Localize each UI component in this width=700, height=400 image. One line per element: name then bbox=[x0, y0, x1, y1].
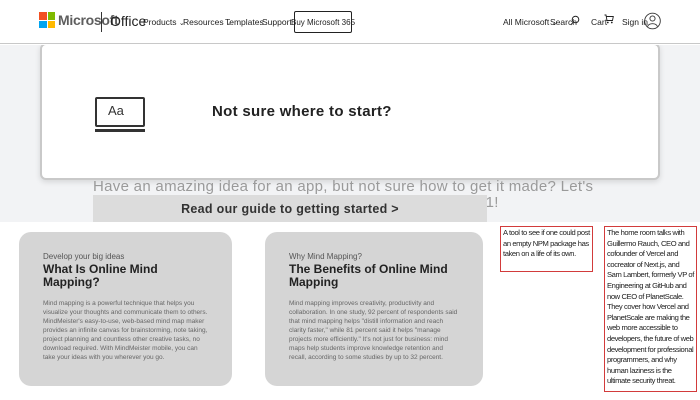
card-title: What Is Online Mind Mapping? bbox=[43, 262, 158, 289]
dictionary-icon: Aa bbox=[95, 97, 145, 132]
search-icon[interactable] bbox=[570, 15, 580, 26]
brand-divider bbox=[101, 12, 102, 32]
card-eyebrow: Why Mind Mapping? bbox=[289, 252, 362, 261]
cart-icon[interactable] bbox=[604, 14, 614, 24]
site-header: Microsoft Office Products ⌄ Resources ⌄ … bbox=[0, 0, 700, 44]
info-card-what-is: Develop your big ideas What Is Online Mi… bbox=[19, 232, 232, 386]
microsoft-logo-icon[interactable] bbox=[39, 12, 55, 28]
card-eyebrow: Develop your big ideas bbox=[43, 252, 125, 261]
card-title: The Benefits of Online Mind Mapping bbox=[289, 262, 448, 289]
buy-microsoft-365-button[interactable]: Buy Microsoft 365 bbox=[291, 11, 355, 33]
nav-support[interactable]: Support bbox=[262, 17, 292, 27]
product-name[interactable]: Office bbox=[110, 13, 146, 29]
user-avatar-icon[interactable] bbox=[644, 10, 661, 32]
guide-card: Aa Not sure where to start? bbox=[40, 45, 660, 180]
info-card-benefits: Why Mind Mapping? The Benefits of Online… bbox=[265, 232, 483, 386]
nav-products-label: Products bbox=[143, 17, 177, 27]
note-box-npm: A tool to see if one could post an empty… bbox=[500, 226, 593, 272]
nav-products[interactable]: Products ⌄ bbox=[143, 17, 185, 27]
all-microsoft-label: All Microsoft bbox=[503, 17, 550, 27]
read-guide-button[interactable]: Read our guide to getting started > bbox=[93, 195, 487, 222]
nav-resources-label: Resources bbox=[183, 17, 224, 27]
guide-title: Not sure where to start? bbox=[212, 103, 392, 120]
card-body: Mind mapping is a powerful technique tha… bbox=[43, 300, 208, 361]
dictionary-icon-text: Aa bbox=[108, 103, 124, 118]
note-box-podcast: The home room talks with Guillermo Rauch… bbox=[604, 226, 697, 392]
nav-templates[interactable]: Templates bbox=[225, 17, 264, 27]
card-body: Mind mapping improves creativity, produc… bbox=[289, 300, 458, 361]
hero-section: Aa Not sure where to start? Have an amaz… bbox=[0, 45, 700, 222]
